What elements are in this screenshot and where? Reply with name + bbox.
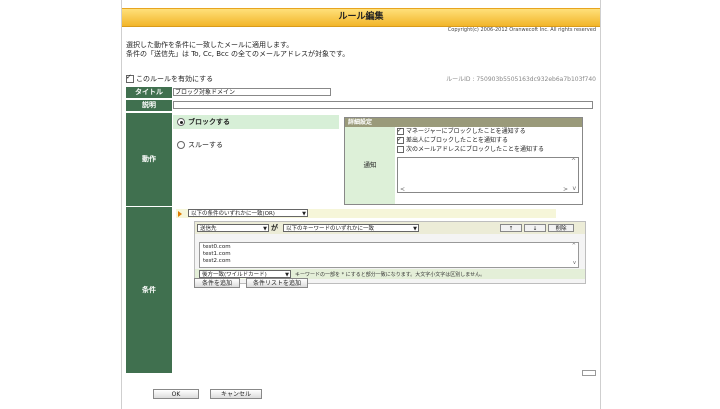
notify-manager-option[interactable]: マネージャーにブロックしたことを通知する [395,126,582,136]
rule-edit-window: ルール編集 Copyright(c) 2006-2012 Oranwecoft … [121,0,601,409]
move-up-button[interactable]: ↑ [500,224,522,232]
title-input[interactable]: ブロック対象ドメイン [173,88,331,96]
match-select-value: 以下の条件のいずれかに一致(OR) [191,211,275,217]
scroll-down-icon[interactable]: v [572,185,576,192]
action-through-option[interactable]: スルーする [173,140,223,150]
chevron-down-icon: ▼ [302,211,306,217]
keyword-match-value: 以下のキーワードのいずれかに一致 [286,226,375,232]
keyword-line: test0.com [203,244,231,250]
notify-sender-checkbox[interactable] [397,135,404,144]
action-block-option[interactable]: ブロックする [173,115,339,129]
match-select[interactable]: 以下の条件のいずれかに一致(OR) ▼ [188,209,308,217]
condition-item: 送信先 ▼ が 以下のキーワードのいずれかに一致 ▼ ↑ ↓ 削除 test0.co… [194,221,586,284]
block-label: ブロックする [188,118,230,126]
action-options: ブロックする スルーする [173,115,339,203]
conditions-panel: 以下の条件のいずれかに一致(OR) ▼ 送信先 ▼ が 以下のキーワードのいずれかに… [174,207,594,370]
enable-row: このルールを有効にする ルールID : 750903b5505163dc932e… [126,73,596,84]
copyright-text: Copyright(c) 2006-2012 Oranwecoft Inc. A… [447,27,596,33]
ok-button[interactable]: OK [153,389,199,399]
scroll-handle[interactable] [582,370,596,376]
add-condition-button[interactable]: 条件を追加 [194,278,240,288]
description: 選択した動作を条件に一致したメールに適用します。 条件の「送信先」は To, C… [126,41,349,59]
desc-input[interactable] [173,101,593,109]
rule-id: ルールID : 750903b5505163dc932eb6a7b103f740 [446,76,596,83]
add-condition-list-button[interactable]: 条件リストを追加 [246,278,308,288]
chevron-down-icon: ▼ [263,226,267,232]
move-down-button[interactable]: ↓ [524,224,546,232]
description-line-2: 条件の「送信先」は To, Cc, Bcc の全てのメールアドレスが対象です。 [126,50,350,58]
field-select[interactable]: 送信先 ▼ [197,224,269,232]
conditions-top-bar: 以下の条件のいずれかに一致(OR) ▼ [176,209,556,218]
notify-sender-option[interactable]: 差出人にブロックしたことを通知する [395,135,582,145]
keyword-line: test2.com [203,258,231,264]
keyword-match-select[interactable]: 以下のキーワードのいずれかに一致 ▼ [283,224,419,232]
notify-manager-label: マネージャーにブロックしたことを通知する [406,128,526,135]
condition-row: 送信先 ▼ が 以下のキーワードのいずれかに一致 ▼ ↑ ↓ 削除 [195,222,585,234]
field-select-value: 送信先 [200,226,217,232]
notify-address-option[interactable]: 次のメールアドレスにブロックしたことを通知する [395,145,582,154]
notify-label: 通知 [345,127,395,204]
notify-address-label: 次のメールアドレスにブロックしたことを通知する [406,146,545,153]
description-line-1: 選択した動作を条件に一致したメールに適用します。 [126,41,294,49]
through-label: スルーする [188,141,223,149]
particle-text: が [271,224,278,232]
action-label: 動作 [126,113,172,206]
title-label: タイトル [126,87,172,98]
delete-button[interactable]: 削除 [548,224,574,232]
notify-sender-label: 差出人にブロックしたことを通知する [406,137,509,144]
window-title: ルール編集 [122,8,600,27]
keyword-textarea[interactable]: test0.com test1.com test2.com ^ v [199,242,579,268]
notify-address-textarea[interactable]: ^ v < > [397,157,579,193]
scroll-up-icon[interactable]: ^ [571,158,576,165]
enable-rule-label: このルールを有効にする [136,75,214,83]
scroll-left-icon[interactable]: < [400,186,405,193]
match-type-select[interactable]: 後方一致(ワイルドカード) ▼ [199,270,291,278]
conditions-label: 条件 [126,207,172,373]
notify-options: マネージャーにブロックしたことを通知する 差出人にブロックしたことを通知する 次… [395,126,582,204]
match-note: キーワードの一部を * にすると部分一致になります。大文字小文字は区別しません。 [295,272,486,278]
detail-settings-panel: 詳細設定 通知 マネージャーにブロックしたことを通知する 差出人にブロックしたこ… [344,117,583,205]
through-radio[interactable] [177,141,185,149]
scroll-up-icon[interactable]: ^ [572,243,576,250]
chevron-down-icon: ▼ [413,226,417,232]
keyword-line: test1.com [203,251,231,257]
scroll-down-icon[interactable]: v [573,260,576,267]
expand-arrow-icon[interactable] [178,211,182,217]
detail-settings-header: 詳細設定 [345,118,582,127]
notify-address-checkbox[interactable] [397,146,404,153]
block-radio[interactable] [177,118,185,126]
enable-rule-checkbox[interactable] [126,73,134,83]
scroll-right-icon[interactable]: > [563,186,568,193]
chevron-down-icon: ▼ [285,272,289,278]
notify-manager-checkbox[interactable] [397,126,404,135]
cancel-button[interactable]: キャンセル [210,389,262,399]
desc-label: 説明 [126,100,172,111]
